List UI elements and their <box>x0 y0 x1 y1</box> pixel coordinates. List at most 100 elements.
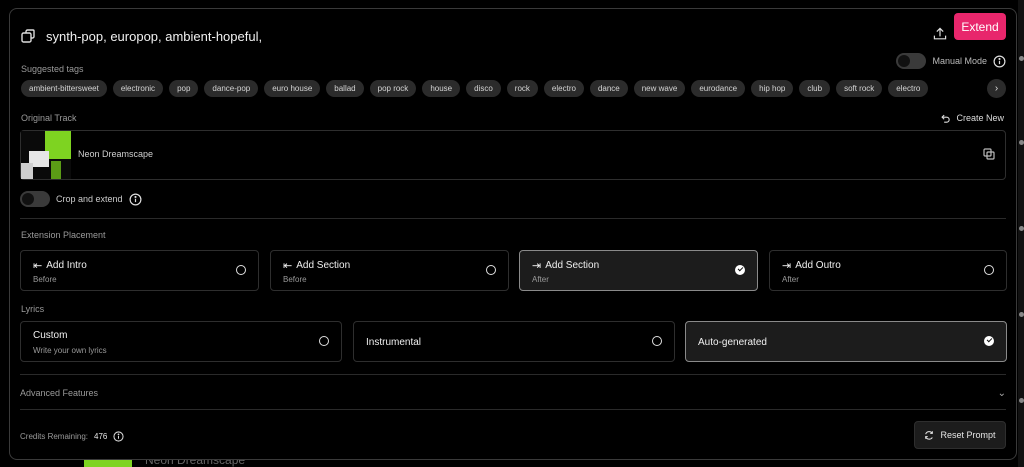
art-shape <box>51 161 61 179</box>
copy-icon[interactable] <box>983 148 995 160</box>
manual-mode-label: Manual Mode <box>932 56 987 66</box>
tag-chip[interactable]: pop <box>169 80 199 97</box>
tag-chip[interactable]: pop rock <box>369 80 417 97</box>
credits-value: 476 <box>94 432 108 441</box>
prompt-text[interactable]: synth-pop, europop, ambient-hopeful, <box>46 29 262 44</box>
option-title-text: Add Outro <box>795 260 841 271</box>
tag-chip[interactable]: eurodance <box>691 80 746 97</box>
track-name: Neon Dreamscape <box>78 149 154 159</box>
tag-chip[interactable]: rock <box>506 80 538 97</box>
background-dot <box>1019 140 1024 145</box>
art-shape <box>21 163 33 179</box>
option-title: ⇤ Add Intro <box>33 259 87 272</box>
refresh-icon <box>925 431 934 440</box>
tag-chip[interactable]: euro house <box>264 80 321 97</box>
original-track-card[interactable]: Neon Dreamscape <box>20 130 1006 180</box>
option-title: Instrumental <box>366 337 421 348</box>
reset-prompt-label: Reset Prompt <box>940 430 996 440</box>
tag-chip[interactable]: new wave <box>633 80 686 97</box>
radio-button-checked[interactable] <box>984 336 994 346</box>
tags-next-button[interactable]: › <box>987 79 1006 98</box>
arrow-left-bar-icon: ⇤ <box>283 259 293 272</box>
divider <box>20 218 1006 219</box>
option-title-text: Instrumental <box>366 337 422 348</box>
lyrics-auto-generated[interactable]: Auto-generated <box>685 321 1007 362</box>
option-subtitle: After <box>532 275 549 284</box>
manual-mode-toggle[interactable] <box>896 53 927 69</box>
arrow-left-bar-icon: ⇤ <box>33 259 43 272</box>
option-title: ⇥ Add Outro <box>782 259 841 272</box>
placement-add-outro[interactable]: ⇥ Add Outro After <box>769 250 1007 291</box>
tag-chip[interactable]: ballad <box>326 80 364 97</box>
tag-chip[interactable]: house <box>422 80 461 97</box>
radio-button[interactable] <box>236 265 246 275</box>
placement-add-intro[interactable]: ⇤ Add Intro Before <box>20 250 259 291</box>
reset-prompt-button[interactable]: Reset Prompt <box>914 421 1006 449</box>
undo-icon <box>941 114 951 123</box>
info-icon[interactable] <box>129 193 142 206</box>
option-title: Auto-generated <box>698 337 767 348</box>
background-dot <box>1019 312 1024 317</box>
edit-prompt-icon[interactable] <box>20 28 36 44</box>
option-title-text: Add Intro <box>46 260 87 271</box>
suggested-tags-label: Suggested tags <box>21 64 84 74</box>
credits-label: Credits Remaining: <box>20 432 89 441</box>
lyrics-label: Lyrics <box>21 304 45 314</box>
tag-chip[interactable]: electro <box>888 80 929 97</box>
tag-chip[interactable]: ambient-bittersweet <box>21 80 107 97</box>
tag-chip[interactable]: dance-pop <box>204 80 259 97</box>
info-icon[interactable] <box>113 431 124 442</box>
option-title: ⇥ Add Section <box>532 259 599 272</box>
radio-button[interactable] <box>319 336 329 346</box>
manual-mode-control: Manual Mode <box>896 53 1006 69</box>
option-subtitle: After <box>782 275 799 284</box>
suggested-tags-list: ambient-bittersweet electronic pop dance-po… <box>21 80 1006 98</box>
background-scroll-edge <box>1018 0 1024 467</box>
option-subtitle: Before <box>33 275 57 284</box>
arrow-right-bar-icon: ⇥ <box>532 259 542 272</box>
option-title-text: Add Section <box>296 260 351 271</box>
lyrics-custom[interactable]: Custom Write your own lyrics <box>20 321 342 362</box>
track-artwork <box>21 131 71 179</box>
chevron-down-icon: ⌄ <box>997 387 1006 399</box>
option-subtitle: Before <box>283 275 307 284</box>
option-title-text: Custom <box>33 330 68 341</box>
placement-add-section-after[interactable]: ⇥ Add Section After <box>519 250 758 291</box>
extend-button[interactable]: Extend <box>954 13 1006 40</box>
tag-chip[interactable]: club <box>799 80 831 97</box>
extension-placement-label: Extension Placement <box>21 230 106 240</box>
option-title-text: Auto-generated <box>698 337 767 348</box>
lyrics-instrumental[interactable]: Instrumental <box>353 321 675 362</box>
background-dot <box>1019 226 1024 231</box>
upload-icon[interactable] <box>932 26 948 42</box>
crop-extend-row: Crop and extend <box>20 191 142 207</box>
divider <box>20 374 1006 375</box>
divider <box>20 409 1006 410</box>
background-dot <box>1019 56 1024 61</box>
radio-button[interactable] <box>486 265 496 275</box>
toggle-knob <box>22 193 34 205</box>
radio-button[interactable] <box>652 336 662 346</box>
advanced-features-toggle[interactable]: Advanced Features ⌄ <box>20 383 1006 403</box>
toggle-knob <box>898 55 911 67</box>
create-new-label: Create New <box>956 113 1004 123</box>
tag-chip[interactable]: disco <box>466 80 501 97</box>
advanced-features-label: Advanced Features <box>20 388 99 398</box>
option-subtitle: Write your own lyrics <box>33 346 107 355</box>
tag-chip[interactable]: electro <box>543 80 584 97</box>
crop-extend-label: Crop and extend <box>56 194 123 204</box>
crop-extend-toggle[interactable] <box>20 191 50 207</box>
tag-chip[interactable]: soft rock <box>836 80 883 97</box>
create-new-button[interactable]: Create New <box>940 113 1004 123</box>
info-icon[interactable] <box>993 55 1006 68</box>
original-track-label: Original Track <box>21 113 77 123</box>
tag-chip[interactable]: hip hop <box>751 80 794 97</box>
radio-button-checked[interactable] <box>735 265 745 275</box>
prompt-row: synth-pop, europop, ambient-hopeful, <box>20 18 1006 54</box>
tag-chip[interactable]: dance <box>589 80 628 97</box>
tag-chip[interactable]: electronic <box>112 80 164 97</box>
placement-add-section-before[interactable]: ⇤ Add Section Before <box>270 250 509 291</box>
arrow-right-bar-icon: ⇥ <box>782 259 792 272</box>
option-title: Custom <box>33 330 67 341</box>
radio-button[interactable] <box>984 265 994 275</box>
